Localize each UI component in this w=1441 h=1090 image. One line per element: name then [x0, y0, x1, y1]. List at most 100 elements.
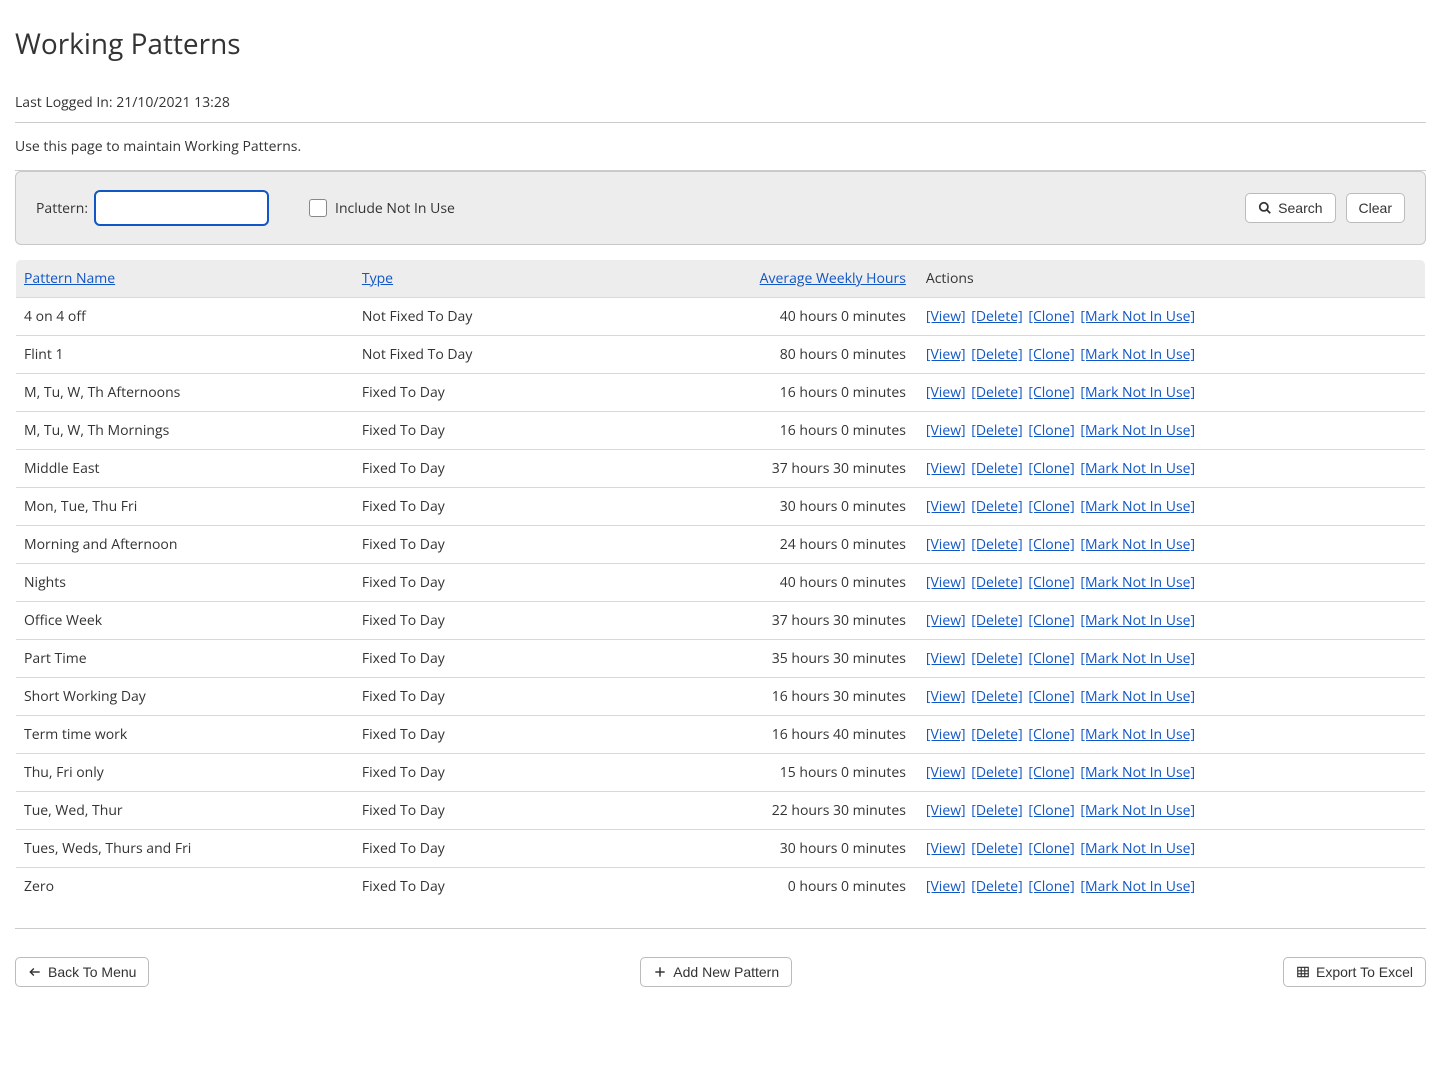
back-to-menu-button[interactable]: Back To Menu [15, 957, 149, 987]
cell-actions: [View] [Delete] [Clone] [Mark Not In Use… [918, 602, 1426, 640]
table-row: Part TimeFixed To Day35 hours 30 minutes… [16, 640, 1426, 678]
view-link[interactable]: [View] [926, 573, 966, 592]
arrow-left-icon [28, 965, 42, 979]
clone-link[interactable]: [Clone] [1028, 535, 1074, 554]
mark-not-in-use-link[interactable]: [Mark Not In Use] [1080, 573, 1195, 592]
view-link[interactable]: [View] [926, 725, 966, 744]
cell-pattern-name: Mon, Tue, Thu Fri [16, 488, 354, 526]
mark-not-in-use-link[interactable]: [Mark Not In Use] [1080, 497, 1195, 516]
delete-link[interactable]: [Delete] [971, 877, 1022, 896]
cell-pattern-name: M, Tu, W, Th Mornings [16, 412, 354, 450]
delete-link[interactable]: [Delete] [971, 801, 1022, 820]
view-link[interactable]: [View] [926, 649, 966, 668]
delete-link[interactable]: [Delete] [971, 307, 1022, 326]
table-row: Middle EastFixed To Day37 hours 30 minut… [16, 450, 1426, 488]
view-link[interactable]: [View] [926, 307, 966, 326]
view-link[interactable]: [View] [926, 763, 966, 782]
cell-type: Fixed To Day [354, 640, 692, 678]
mark-not-in-use-link[interactable]: [Mark Not In Use] [1080, 649, 1195, 668]
clone-link[interactable]: [Clone] [1028, 421, 1074, 440]
col-header-type[interactable]: Type [362, 269, 393, 288]
delete-link[interactable]: [Delete] [971, 839, 1022, 858]
delete-link[interactable]: [Delete] [971, 611, 1022, 630]
delete-link[interactable]: [Delete] [971, 535, 1022, 554]
mark-not-in-use-link[interactable]: [Mark Not In Use] [1080, 383, 1195, 402]
include-not-in-use-checkbox[interactable]: Include Not In Use [309, 199, 455, 218]
col-header-pattern-name[interactable]: Pattern Name [24, 269, 115, 288]
clone-link[interactable]: [Clone] [1028, 725, 1074, 744]
mark-not-in-use-link[interactable]: [Mark Not In Use] [1080, 725, 1195, 744]
clone-link[interactable]: [Clone] [1028, 649, 1074, 668]
mark-not-in-use-link[interactable]: [Mark Not In Use] [1080, 839, 1195, 858]
cell-avg-hours: 80 hours 0 minutes [692, 336, 918, 374]
cell-actions: [View] [Delete] [Clone] [Mark Not In Use… [918, 868, 1426, 906]
cell-type: Fixed To Day [354, 678, 692, 716]
delete-link[interactable]: [Delete] [971, 687, 1022, 706]
table-row: Thu, Fri onlyFixed To Day15 hours 0 minu… [16, 754, 1426, 792]
delete-link[interactable]: [Delete] [971, 459, 1022, 478]
delete-link[interactable]: [Delete] [971, 345, 1022, 364]
cell-pattern-name: Tues, Weds, Thurs and Fri [16, 830, 354, 868]
search-button-label: Search [1278, 200, 1322, 216]
cell-type: Fixed To Day [354, 830, 692, 868]
clone-link[interactable]: [Clone] [1028, 573, 1074, 592]
cell-pattern-name: 4 on 4 off [16, 298, 354, 336]
clone-link[interactable]: [Clone] [1028, 497, 1074, 516]
footer-bar: Back To Menu Add New Pattern Export To E… [15, 957, 1426, 987]
table-row: Flint 1Not Fixed To Day80 hours 0 minute… [16, 336, 1426, 374]
col-header-avg-hours[interactable]: Average Weekly Hours [760, 269, 906, 288]
delete-link[interactable]: [Delete] [971, 383, 1022, 402]
delete-link[interactable]: [Delete] [971, 573, 1022, 592]
cell-type: Fixed To Day [354, 716, 692, 754]
add-new-pattern-button[interactable]: Add New Pattern [640, 957, 792, 987]
delete-link[interactable]: [Delete] [971, 421, 1022, 440]
view-link[interactable]: [View] [926, 345, 966, 364]
export-to-excel-button[interactable]: Export To Excel [1283, 957, 1426, 987]
view-link[interactable]: [View] [926, 421, 966, 440]
mark-not-in-use-link[interactable]: [Mark Not In Use] [1080, 535, 1195, 554]
cell-actions: [View] [Delete] [Clone] [Mark Not In Use… [918, 564, 1426, 602]
delete-link[interactable]: [Delete] [971, 725, 1022, 744]
clone-link[interactable]: [Clone] [1028, 801, 1074, 820]
view-link[interactable]: [View] [926, 839, 966, 858]
divider [15, 928, 1426, 929]
cell-type: Fixed To Day [354, 374, 692, 412]
mark-not-in-use-link[interactable]: [Mark Not In Use] [1080, 877, 1195, 896]
mark-not-in-use-link[interactable]: [Mark Not In Use] [1080, 687, 1195, 706]
delete-link[interactable]: [Delete] [971, 497, 1022, 516]
clone-link[interactable]: [Clone] [1028, 611, 1074, 630]
pattern-input[interactable] [94, 190, 269, 226]
clone-link[interactable]: [Clone] [1028, 383, 1074, 402]
search-button[interactable]: Search [1245, 193, 1335, 223]
col-header-actions: Actions [918, 260, 1426, 298]
view-link[interactable]: [View] [926, 877, 966, 896]
table-row: Tues, Weds, Thurs and FriFixed To Day30 … [16, 830, 1426, 868]
view-link[interactable]: [View] [926, 459, 966, 478]
mark-not-in-use-link[interactable]: [Mark Not In Use] [1080, 421, 1195, 440]
clone-link[interactable]: [Clone] [1028, 877, 1074, 896]
delete-link[interactable]: [Delete] [971, 649, 1022, 668]
clone-link[interactable]: [Clone] [1028, 763, 1074, 782]
clone-link[interactable]: [Clone] [1028, 687, 1074, 706]
view-link[interactable]: [View] [926, 497, 966, 516]
include-not-in-use-label: Include Not In Use [335, 199, 455, 218]
mark-not-in-use-link[interactable]: [Mark Not In Use] [1080, 307, 1195, 326]
delete-link[interactable]: [Delete] [971, 763, 1022, 782]
mark-not-in-use-link[interactable]: [Mark Not In Use] [1080, 459, 1195, 478]
clone-link[interactable]: [Clone] [1028, 839, 1074, 858]
view-link[interactable]: [View] [926, 801, 966, 820]
view-link[interactable]: [View] [926, 611, 966, 630]
view-link[interactable]: [View] [926, 383, 966, 402]
clone-link[interactable]: [Clone] [1028, 307, 1074, 326]
mark-not-in-use-link[interactable]: [Mark Not In Use] [1080, 801, 1195, 820]
clone-link[interactable]: [Clone] [1028, 459, 1074, 478]
mark-not-in-use-link[interactable]: [Mark Not In Use] [1080, 763, 1195, 782]
mark-not-in-use-link[interactable]: [Mark Not In Use] [1080, 345, 1195, 364]
clear-button[interactable]: Clear [1346, 193, 1405, 223]
view-link[interactable]: [View] [926, 535, 966, 554]
view-link[interactable]: [View] [926, 687, 966, 706]
clone-link[interactable]: [Clone] [1028, 345, 1074, 364]
mark-not-in-use-link[interactable]: [Mark Not In Use] [1080, 611, 1195, 630]
cell-avg-hours: 24 hours 0 minutes [692, 526, 918, 564]
checkbox-icon [309, 199, 327, 217]
